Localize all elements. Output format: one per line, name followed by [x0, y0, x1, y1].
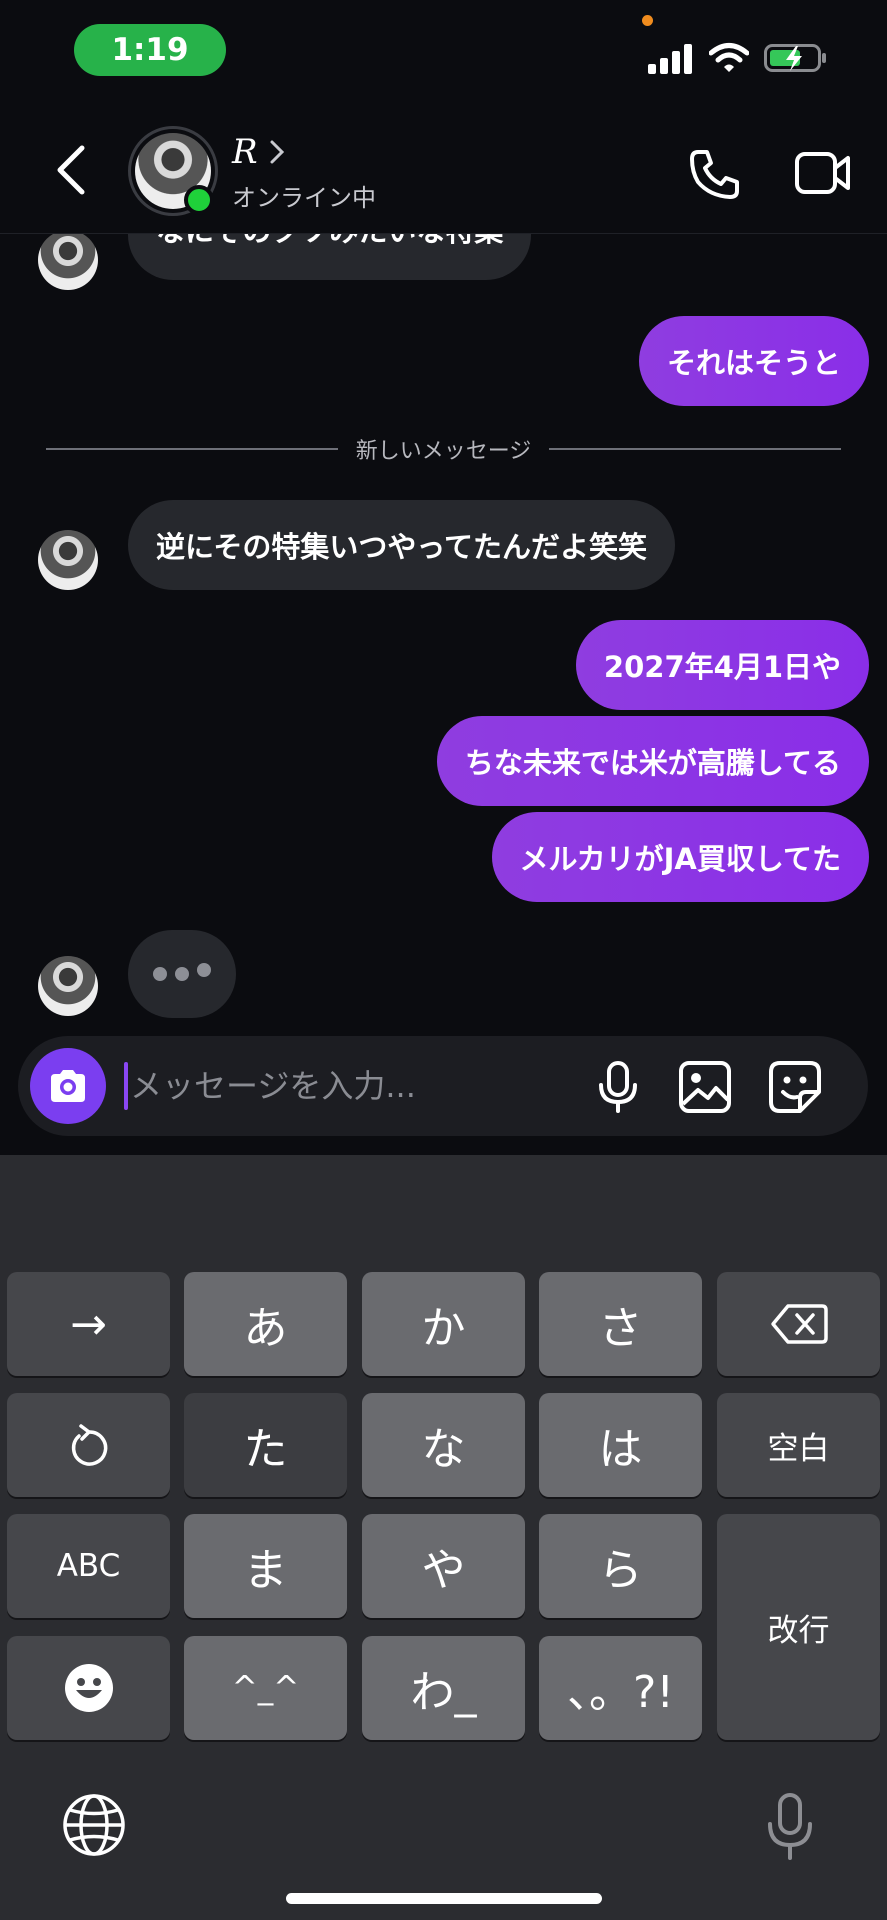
text-caret [124, 1062, 128, 1110]
undo-icon [71, 1424, 107, 1466]
message-incoming[interactable]: なにそのクソみたいな特集 [128, 234, 532, 280]
chevron-right-icon [270, 140, 284, 164]
gallery-button[interactable] [678, 1060, 732, 1114]
key-ma[interactable]: ま [184, 1514, 347, 1618]
home-indicator[interactable] [286, 1893, 602, 1904]
key-next-arrow[interactable]: → [7, 1272, 170, 1376]
message-outgoing[interactable]: 2027年4月1日や [575, 620, 869, 710]
key-ya[interactable]: や [362, 1514, 525, 1618]
message-outgoing[interactable]: ちな未来では米が高騰してる [436, 716, 869, 806]
dictation-mic-icon[interactable] [764, 1792, 816, 1862]
typing-dot [197, 963, 211, 977]
contact-name: R [232, 132, 258, 172]
back-button[interactable] [50, 140, 94, 200]
key-ka[interactable]: か [362, 1272, 525, 1376]
message-composer [18, 1036, 868, 1136]
message-outgoing[interactable]: メルカリがJA買収してた [491, 812, 869, 902]
divider-line [46, 448, 338, 450]
key-delete[interactable] [717, 1272, 880, 1376]
typing-dot [175, 967, 189, 981]
new-messages-label: 新しいメッセージ [355, 439, 532, 464]
typing-indicator [128, 930, 236, 1018]
voice-call-button[interactable] [688, 146, 744, 202]
wifi-icon [709, 43, 749, 72]
key-sa[interactable]: さ [539, 1272, 702, 1376]
battery-charging-icon [764, 44, 826, 72]
microphone-button[interactable] [596, 1060, 640, 1114]
online-status-dot [184, 185, 214, 215]
message-input[interactable] [130, 1060, 490, 1112]
video-call-button[interactable] [794, 148, 852, 198]
key-emoji[interactable] [7, 1636, 170, 1740]
message-incoming[interactable]: 逆にその特集いつやってたんだよ笑笑 [128, 500, 675, 590]
contact-name-link[interactable]: R [232, 132, 286, 172]
cellular-signal-icon [648, 44, 692, 74]
key-a[interactable]: あ [184, 1272, 347, 1376]
camera-icon [51, 1070, 85, 1102]
contact-avatar-small[interactable] [38, 234, 98, 290]
key-wa[interactable]: わ_ [362, 1636, 525, 1740]
key-ra[interactable]: ら [539, 1514, 702, 1618]
key-return[interactable]: 改行 [717, 1514, 880, 1740]
contact-avatar-small[interactable] [38, 530, 98, 590]
japanese-kana-keyboard: → あ か さ た な は 空白 ABC ま や ら 改行 ^_^ わ_ 、。?… [0, 1155, 887, 1920]
key-ha[interactable]: は [539, 1393, 702, 1497]
key-ta[interactable]: た [184, 1393, 347, 1497]
chat-header: R オンライン中 [0, 110, 887, 234]
globe-icon[interactable] [62, 1793, 126, 1857]
key-space[interactable]: 空白 [717, 1393, 880, 1497]
typing-dot [153, 967, 167, 981]
new-messages-divider: 新しいメッセージ [46, 434, 841, 464]
key-na[interactable]: な [362, 1393, 525, 1497]
emoji-icon [64, 1664, 113, 1712]
key-undo[interactable] [7, 1393, 170, 1497]
message-outgoing[interactable]: それはそうと [638, 316, 869, 406]
key-punctuation[interactable]: 、。?! [539, 1636, 702, 1740]
status-bar: 1:19 [0, 0, 887, 110]
divider-line [549, 448, 841, 450]
contact-avatar-small[interactable] [38, 956, 98, 1016]
key-abc[interactable]: ABC [7, 1514, 170, 1618]
status-time: 1:19 [74, 24, 226, 76]
message-list[interactable]: なにそのクソみたいな特集 それはそうと 新しいメッセージ 逆にその特集いつやって… [0, 234, 887, 1034]
privacy-indicator [642, 15, 653, 26]
presence-status: オンライン中 [232, 184, 376, 212]
delete-icon [770, 1304, 828, 1344]
sticker-button[interactable] [768, 1060, 822, 1114]
key-kaomoji[interactable]: ^_^ [184, 1636, 347, 1740]
camera-button[interactable] [30, 1048, 106, 1124]
